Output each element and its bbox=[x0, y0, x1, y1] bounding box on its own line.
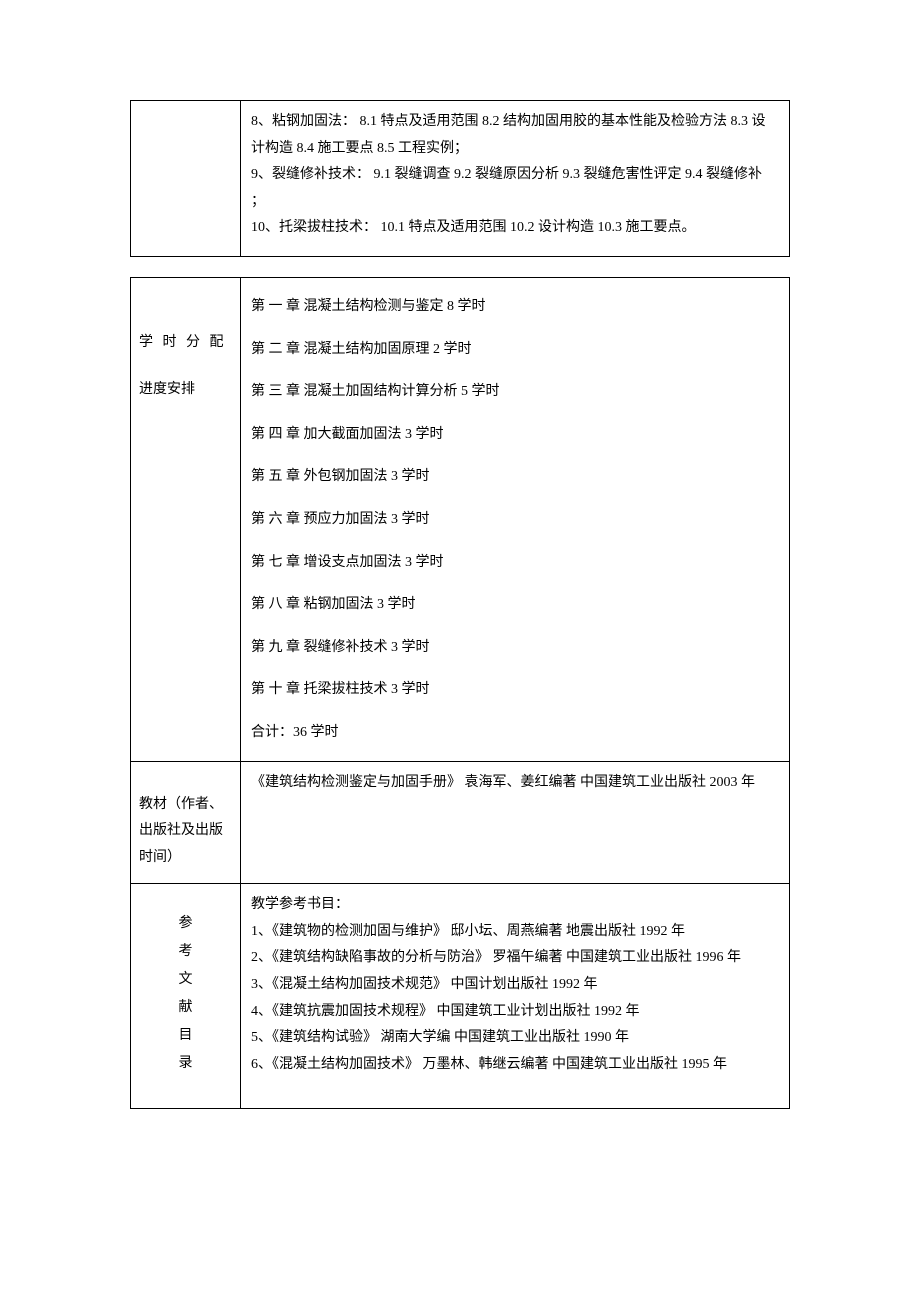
chapter-7: 第 七 章 增设支点加固法 3 学时 bbox=[251, 534, 779, 577]
content-table-1: 8、粘钢加固法： 8.1 特点及适用范围 8.2 结构加固用胶的基本性能及检验方… bbox=[130, 100, 790, 257]
ref-label-3: 文 bbox=[139, 966, 232, 994]
ref-label-2: 考 bbox=[139, 938, 232, 966]
reference-item-4: 4、《建筑抗震加固技术规程》 中国建筑工业计划出版社 1992 年 bbox=[251, 999, 779, 1026]
references-header: 教学参考书目： bbox=[251, 892, 779, 919]
table1-label-cell bbox=[131, 101, 241, 257]
chapter-10: 第 十 章 托梁拔柱技术 3 学时 bbox=[251, 661, 779, 704]
ref-label-6: 录 bbox=[139, 1050, 232, 1078]
table1-content-cell: 8、粘钢加固法： 8.1 特点及适用范围 8.2 结构加固用胶的基本性能及检验方… bbox=[241, 101, 790, 257]
chapter-2: 第 二 章 混凝土结构加固原理 2 学时 bbox=[251, 321, 779, 364]
schedule-content-cell: 第 一 章 混凝土结构检测与鉴定 8 学时 第 二 章 混凝土结构加固原理 2 … bbox=[241, 277, 790, 761]
schedule-label-cell: 学 时 分 配 进度安排 bbox=[131, 277, 241, 761]
textbook-label-cell: 教材（作者、出版社及出版时间） bbox=[131, 761, 241, 884]
ref-label-4: 献 bbox=[139, 994, 232, 1022]
method-8: 8、粘钢加固法： 8.1 特点及适用范围 8.2 结构加固用胶的基本性能及检验方… bbox=[251, 109, 779, 162]
chapter-3: 第 三 章 混凝土加固结构计算分析 5 学时 bbox=[251, 363, 779, 406]
reference-item-6: 6、《混凝土结构加固技术》 万墨林、韩继云编著 中国建筑工业出版社 1995 年 bbox=[251, 1052, 779, 1079]
textbook-content-cell: 《建筑结构检测鉴定与加固手册》 袁海军、姜红编著 中国建筑工业出版社 2003 … bbox=[241, 761, 790, 884]
ref-label-1: 参 bbox=[139, 910, 232, 938]
references-label-cell: 参 考 文 献 目 录 bbox=[131, 884, 241, 1109]
chapter-8: 第 八 章 粘钢加固法 3 学时 bbox=[251, 576, 779, 619]
reference-item-2: 2、《建筑结构缺陷事故的分析与防治》 罗福午编著 中国建筑工业出版社 1996 … bbox=[251, 945, 779, 972]
schedule-label-1: 学 时 分 配 bbox=[139, 330, 232, 357]
reference-item-1: 1、《建筑物的检测加固与维护》 邸小坛、周燕编著 地震出版社 1992 年 bbox=[251, 919, 779, 946]
reference-item-3: 3、《混凝土结构加固技术规范》 中国计划出版社 1992 年 bbox=[251, 972, 779, 999]
references-content-cell: 教学参考书目： 1、《建筑物的检测加固与维护》 邸小坛、周燕编著 地震出版社 1… bbox=[241, 884, 790, 1109]
chapter-4: 第 四 章 加大截面加固法 3 学时 bbox=[251, 406, 779, 449]
method-9: 9、裂缝修补技术： 9.1 裂缝调查 9.2 裂缝原因分析 9.3 裂缝危害性评… bbox=[251, 162, 779, 215]
chapter-9: 第 九 章 裂缝修补技术 3 学时 bbox=[251, 619, 779, 662]
textbook-label: 教材（作者、出版社及出版时间） bbox=[139, 792, 232, 872]
reference-item-5: 5、《建筑结构试验》 湖南大学编 中国建筑工业出版社 1990 年 bbox=[251, 1025, 779, 1052]
textbook-content: 《建筑结构检测鉴定与加固手册》 袁海军、姜红编著 中国建筑工业出版社 2003 … bbox=[251, 770, 779, 797]
ref-label-5: 目 bbox=[139, 1022, 232, 1050]
chapter-1: 第 一 章 混凝土结构检测与鉴定 8 学时 bbox=[251, 286, 779, 321]
chapter-6: 第 六 章 预应力加固法 3 学时 bbox=[251, 491, 779, 534]
schedule-total: 合计：36 学时 bbox=[251, 704, 779, 747]
schedule-label-2: 进度安排 bbox=[139, 377, 232, 404]
method-10: 10、托梁拔柱技术： 10.1 特点及适用范围 10.2 设计构造 10.3 施… bbox=[251, 215, 779, 242]
chapter-5: 第 五 章 外包钢加固法 3 学时 bbox=[251, 448, 779, 491]
content-table-2: 学 时 分 配 进度安排 第 一 章 混凝土结构检测与鉴定 8 学时 第 二 章… bbox=[130, 277, 790, 1109]
